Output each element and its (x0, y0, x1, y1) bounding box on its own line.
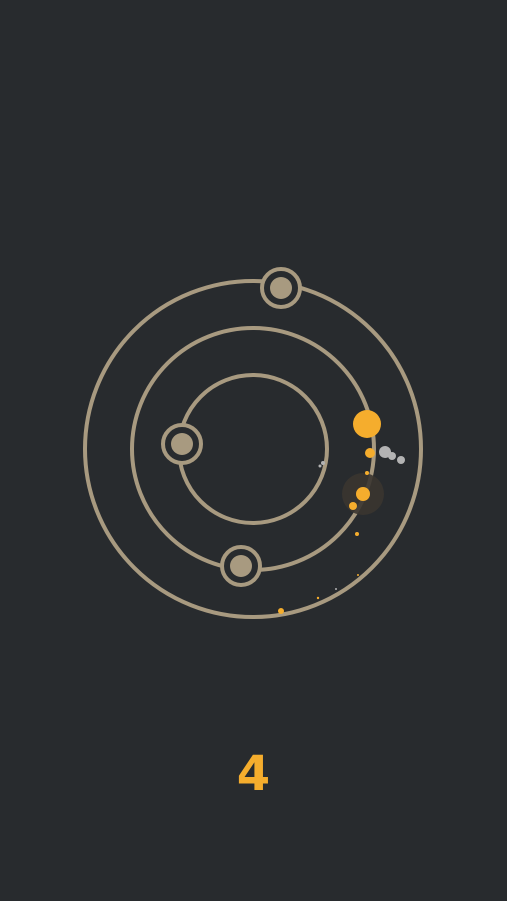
debris-particle (388, 452, 396, 460)
debris (318, 446, 405, 590)
planet-outer (260, 267, 302, 309)
trail-particle (356, 487, 370, 501)
planet-middle (220, 545, 262, 587)
trail-particle (357, 574, 359, 576)
planet-icon (230, 555, 252, 577)
trail-particle (278, 608, 284, 614)
planet-inner (161, 423, 203, 465)
trail-particle (365, 471, 369, 475)
player-ball-icon (353, 410, 381, 438)
trail-particle (355, 532, 359, 536)
score-counter: 4 (236, 746, 271, 802)
debris-particle (318, 464, 322, 468)
player-trail (278, 448, 375, 614)
trail-particle (316, 596, 320, 600)
trail-particle (365, 448, 375, 458)
debris-particle (397, 456, 405, 464)
planet-icon (270, 277, 292, 299)
planet-icon (171, 433, 193, 455)
debris-particle (335, 588, 337, 590)
debris-particle (321, 461, 325, 465)
trail-particle (349, 502, 357, 510)
